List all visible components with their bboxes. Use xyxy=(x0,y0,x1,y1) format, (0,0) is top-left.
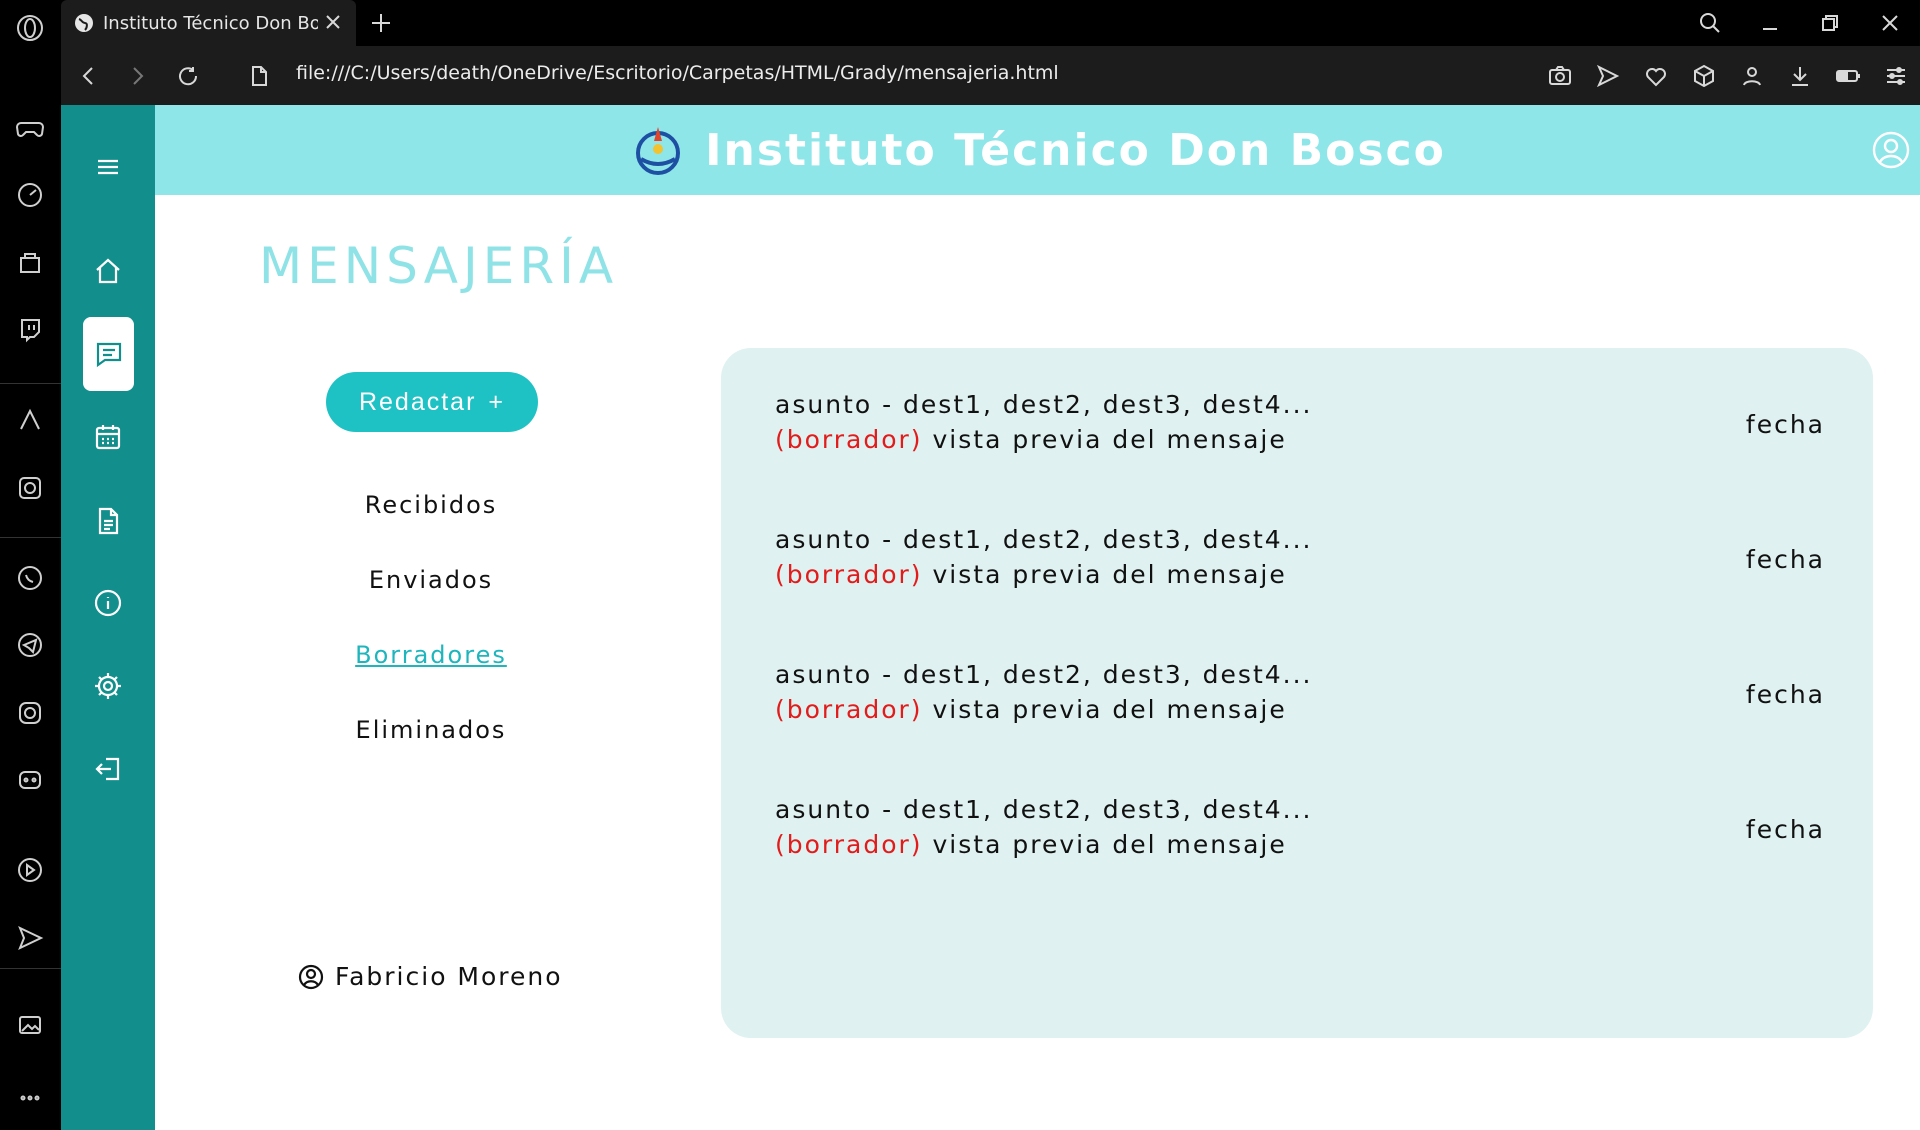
folder-eliminados[interactable]: Eliminados xyxy=(266,710,596,785)
message-subject: asunto - dest1, dest2, dest3, dest4... xyxy=(775,390,1313,419)
settings-icon[interactable] xyxy=(82,660,134,712)
profile-icon[interactable] xyxy=(1736,60,1768,92)
forward-icon[interactable] xyxy=(121,60,153,92)
opera-logo-icon[interactable] xyxy=(10,8,50,48)
download-icon[interactable] xyxy=(1784,60,1816,92)
site-title: Instituto Técnico Don Bosco xyxy=(705,124,1446,176)
discord-icon[interactable] xyxy=(10,760,50,800)
window-controls xyxy=(1680,0,1920,46)
close-window-icon[interactable] xyxy=(1860,0,1920,46)
camera-icon[interactable] xyxy=(1544,60,1576,92)
telegram-icon[interactable] xyxy=(10,625,50,665)
minimize-icon[interactable] xyxy=(1740,0,1800,46)
reload-icon[interactable] xyxy=(172,60,204,92)
aria-icon[interactable] xyxy=(10,400,50,440)
message-row[interactable]: asunto - dest1, dest2, dest3, dest4... (… xyxy=(775,525,1825,615)
message-list: asunto - dest1, dest2, dest3, dest4... (… xyxy=(721,348,1873,1038)
instagram-icon[interactable] xyxy=(10,693,50,733)
page-info-icon[interactable] xyxy=(243,60,275,92)
plus-icon: + xyxy=(488,387,506,416)
browser-tab[interactable]: Instituto Técnico Don Bosco xyxy=(61,0,356,46)
message-date: fecha xyxy=(1745,410,1825,439)
shopping-bag-icon[interactable] xyxy=(10,243,50,283)
draft-tag: (borrador) xyxy=(775,560,923,589)
home-icon[interactable] xyxy=(82,245,134,297)
folder-list: Recibidos Enviados Borradores Eliminados xyxy=(266,485,596,785)
tab-title: Instituto Técnico Don Bosco xyxy=(103,12,318,34)
logout-icon[interactable] xyxy=(82,743,134,795)
draft-tag: (borrador) xyxy=(775,830,923,859)
tab-strip: Instituto Técnico Don Bosco xyxy=(61,0,1920,46)
gamepad-icon[interactable] xyxy=(10,108,50,148)
folder-enviados[interactable]: Enviados xyxy=(266,560,596,635)
user-circle-icon xyxy=(298,964,324,989)
message-date: fecha xyxy=(1745,545,1825,574)
draft-tag: (borrador) xyxy=(775,425,923,454)
chatgpt-icon[interactable] xyxy=(10,468,50,508)
message-row[interactable]: asunto - dest1, dest2, dest3, dest4... (… xyxy=(775,390,1825,480)
web-page: Instituto Técnico Don Bosco MENSAJERÍA R… xyxy=(61,105,1920,1130)
player-icon[interactable] xyxy=(10,850,50,890)
more-icon[interactable] xyxy=(10,1078,50,1118)
page-title: MENSAJERÍA xyxy=(259,237,619,295)
message-date: fecha xyxy=(1745,815,1825,844)
message-row[interactable]: asunto - dest1, dest2, dest3, dest4... (… xyxy=(775,795,1825,885)
compose-label: Redactar xyxy=(358,387,477,416)
current-user[interactable]: Fabricio Moreno xyxy=(297,962,563,991)
info-icon[interactable] xyxy=(82,577,134,629)
folder-recibidos[interactable]: Recibidos xyxy=(266,485,596,560)
toolbar xyxy=(1544,60,1912,92)
site-header: Instituto Técnico Don Bosco xyxy=(155,105,1920,195)
twitch-icon[interactable] xyxy=(10,310,50,350)
close-tab-icon[interactable] xyxy=(322,11,344,33)
back-icon[interactable] xyxy=(73,60,105,92)
message-subject: asunto - dest1, dest2, dest3, dest4... xyxy=(775,660,1313,689)
message-preview: vista previa del mensaje xyxy=(932,425,1287,454)
screen: Instituto Técnico Don Bosco file:///C:/U… xyxy=(0,0,1920,1130)
new-tab-icon[interactable] xyxy=(366,8,396,38)
message-preview: vista previa del mensaje xyxy=(932,830,1287,859)
document-icon[interactable] xyxy=(82,495,134,547)
account-icon[interactable] xyxy=(1870,129,1912,171)
cube-icon[interactable] xyxy=(1688,60,1720,92)
speed-dial-icon[interactable] xyxy=(10,175,50,215)
search-tabs-icon[interactable] xyxy=(1680,0,1740,46)
opera-sidebar xyxy=(0,0,61,1130)
message-subject: asunto - dest1, dest2, dest3, dest4... xyxy=(775,795,1313,824)
url-field[interactable]: file:///C:/Users/death/OneDrive/Escritor… xyxy=(296,62,1059,84)
user-name: Fabricio Moreno xyxy=(335,962,563,991)
messages-icon[interactable] xyxy=(83,317,134,391)
gallery-icon[interactable] xyxy=(10,1005,50,1045)
whatsapp-icon[interactable] xyxy=(10,558,50,598)
message-subject: asunto - dest1, dest2, dest3, dest4... xyxy=(775,525,1313,554)
battery-icon[interactable] xyxy=(1832,60,1864,92)
message-preview: vista previa del mensaje xyxy=(932,695,1287,724)
globe-icon xyxy=(75,14,93,32)
easy-setup-icon[interactable] xyxy=(1880,60,1912,92)
message-preview: vista previa del mensaje xyxy=(932,560,1287,589)
send-icon[interactable] xyxy=(10,918,50,958)
school-logo-icon xyxy=(636,127,681,175)
heart-icon[interactable] xyxy=(1640,60,1672,92)
draft-tag: (borrador) xyxy=(775,695,923,724)
message-row[interactable]: asunto - dest1, dest2, dest3, dest4... (… xyxy=(775,660,1825,750)
message-date: fecha xyxy=(1745,680,1825,709)
calendar-icon[interactable] xyxy=(82,411,134,463)
restore-icon[interactable] xyxy=(1800,0,1860,46)
flow-send-icon[interactable] xyxy=(1592,60,1624,92)
folder-borradores[interactable]: Borradores xyxy=(266,635,596,710)
address-bar: file:///C:/Users/death/OneDrive/Escritor… xyxy=(61,46,1920,105)
app-sidebar xyxy=(61,105,155,1130)
compose-button[interactable]: Redactar + xyxy=(326,372,538,432)
menu-icon[interactable] xyxy=(82,141,134,193)
